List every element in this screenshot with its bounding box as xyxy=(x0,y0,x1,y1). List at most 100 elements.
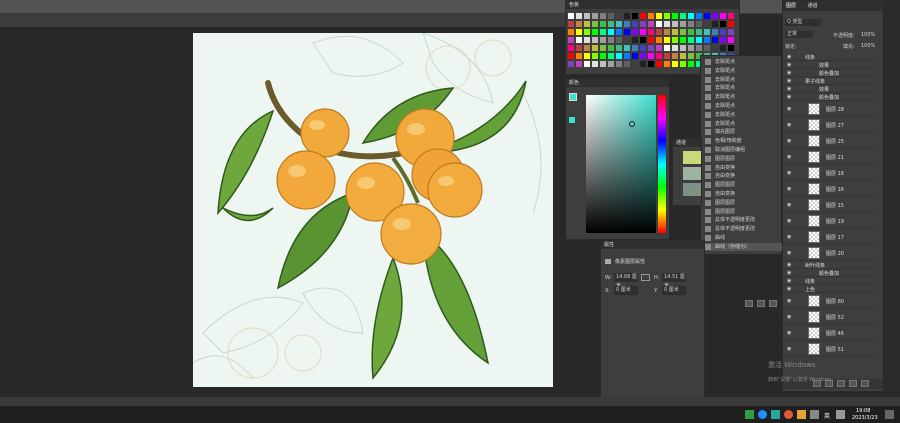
link-icon[interactable] xyxy=(641,274,650,281)
visibility-eye-icon[interactable]: ◉ xyxy=(787,170,791,176)
swatch-chip[interactable] xyxy=(576,45,582,51)
swatch-chip[interactable] xyxy=(584,21,590,27)
swatch-chip[interactable] xyxy=(608,45,614,51)
swatch-chip[interactable] xyxy=(568,53,574,59)
swatch-chip[interactable] xyxy=(568,13,574,19)
swatch-chip[interactable] xyxy=(680,29,686,35)
visibility-eye-icon[interactable]: ◉ xyxy=(787,70,791,76)
history-item[interactable]: 去除斑点 xyxy=(701,58,783,66)
layer-row[interactable]: ◉ 图层 19 xyxy=(783,213,875,229)
swatch-chip[interactable] xyxy=(712,45,718,51)
history-item[interactable]: 自由变换 xyxy=(701,164,783,172)
swatch-chip[interactable] xyxy=(640,45,646,51)
height-field[interactable]: 14.51 厘米 xyxy=(662,273,686,289)
visibility-eye-icon[interactable]: ◉ xyxy=(787,314,791,320)
layer-row[interactable]: ◉ 图层 21 xyxy=(783,149,875,165)
swatch-chip[interactable] xyxy=(704,37,710,43)
layer-row[interactable]: ◉ 图层 20 xyxy=(783,245,875,261)
swatch-chip[interactable] xyxy=(648,45,654,51)
swatch-chip[interactable] xyxy=(640,37,646,43)
swatch-chip[interactable] xyxy=(704,21,710,27)
swatch-chip[interactable] xyxy=(696,21,702,27)
visibility-eye-icon[interactable]: ◉ xyxy=(787,218,791,224)
swatch-chip[interactable] xyxy=(616,45,622,51)
trash-icon[interactable] xyxy=(769,300,777,307)
swatch-chip[interactable] xyxy=(704,45,710,51)
opacity-value[interactable]: 100% xyxy=(861,32,875,38)
visibility-eye-icon[interactable]: ◉ xyxy=(787,186,791,192)
swatch-chip[interactable] xyxy=(576,61,582,67)
history-item[interactable]: 去除斑点 xyxy=(701,111,783,119)
layer-row[interactable]: ◉ 树叶线条 xyxy=(783,261,875,269)
visibility-eye-icon[interactable]: ◉ xyxy=(787,270,791,276)
swatch-chip[interactable] xyxy=(600,21,606,27)
tab-layers[interactable]: 图层 xyxy=(786,3,796,9)
swatch-chip[interactable] xyxy=(592,45,598,51)
swatch-chip[interactable] xyxy=(608,29,614,35)
swatch-chip[interactable] xyxy=(624,61,630,67)
history-item[interactable]: 图层图层 xyxy=(701,199,783,207)
swatch-chip[interactable] xyxy=(728,13,734,19)
swatch-chip[interactable] xyxy=(576,53,582,59)
channel-thumb-red[interactable] xyxy=(683,167,701,180)
swatch-chip[interactable] xyxy=(648,53,654,59)
history-item[interactable]: 去除斑点 xyxy=(701,102,783,110)
swatch-chip[interactable] xyxy=(616,37,622,43)
swatch-chip[interactable] xyxy=(728,45,734,51)
swatch-chip[interactable] xyxy=(656,61,662,67)
history-item[interactable]: 图层图层 xyxy=(701,155,783,163)
battery-icon[interactable] xyxy=(745,410,754,419)
swatch-chip[interactable] xyxy=(584,13,590,19)
swatch-chip[interactable] xyxy=(648,21,654,27)
swatch-chip[interactable] xyxy=(656,13,662,19)
swatch-chip[interactable] xyxy=(624,13,630,19)
swatch-chip[interactable] xyxy=(608,13,614,19)
tab-channels[interactable]: 通道 xyxy=(808,3,818,9)
swatch-chip[interactable] xyxy=(616,21,622,27)
swatch-chip[interactable] xyxy=(624,53,630,59)
history-item[interactable]: 图层图层 xyxy=(701,181,783,189)
visibility-eye-icon[interactable]: ◉ xyxy=(787,202,791,208)
swatch-chip[interactable] xyxy=(704,29,710,35)
swatch-chip[interactable] xyxy=(568,29,574,35)
layer-row[interactable]: ◉ 图层 18 xyxy=(783,165,875,181)
layer-row[interactable]: ◉ 图层 52 xyxy=(783,309,875,325)
history-item[interactable]: 总体不透明度更改 xyxy=(701,216,783,224)
layer-row[interactable]: ◉ 颜色叠加 xyxy=(783,269,875,277)
swatch-chip[interactable] xyxy=(688,61,694,67)
hue-slider[interactable] xyxy=(658,95,666,233)
swatch-chip[interactable] xyxy=(608,21,614,27)
swatch-chip[interactable] xyxy=(680,53,686,59)
swatch-chip[interactable] xyxy=(592,29,598,35)
swatch-chip[interactable] xyxy=(720,13,726,19)
swatch-chip[interactable] xyxy=(648,29,654,35)
swatch-chip[interactable] xyxy=(664,37,670,43)
swatch-chip[interactable] xyxy=(640,29,646,35)
layer-list[interactable]: ◉ 线条 ◉ 效果 ◉ 颜色叠加 ◉ 果子线条 ◉ 效果 ◉ 颜色叠加 ◉ 图层 28 ◉ 图层 27 ◉ 图层 … xyxy=(783,53,875,375)
swatch-chip[interactable] xyxy=(600,45,606,51)
history-item[interactable]: 曲线 xyxy=(701,234,783,242)
swatch-chip[interactable] xyxy=(720,21,726,27)
layer-row[interactable]: ◉ 效果 xyxy=(783,61,875,69)
visibility-eye-icon[interactable]: ◉ xyxy=(787,62,791,68)
swatch-chip[interactable] xyxy=(616,13,622,19)
swatch-chip[interactable] xyxy=(632,61,638,67)
clock-date[interactable]: 2023/3/23 xyxy=(852,415,878,421)
swatch-chip[interactable] xyxy=(632,45,638,51)
swatch-chip[interactable] xyxy=(608,37,614,43)
swatch-chip[interactable] xyxy=(728,29,734,35)
history-item[interactable]: 曲线（存储为） xyxy=(701,242,783,251)
swatch-chip[interactable] xyxy=(608,61,614,67)
swatch-chip[interactable] xyxy=(600,13,606,19)
visibility-eye-icon[interactable]: ◉ xyxy=(787,86,791,92)
swatch-chip[interactable] xyxy=(576,13,582,19)
swatch-chip[interactable] xyxy=(656,29,662,35)
swatch-chip[interactable] xyxy=(600,37,606,43)
swatch-chip[interactable] xyxy=(600,53,606,59)
swatch-chip[interactable] xyxy=(688,53,694,59)
visibility-eye-icon[interactable]: ◉ xyxy=(787,278,791,284)
mask-icon[interactable] xyxy=(837,380,845,387)
swatch-chip[interactable] xyxy=(688,45,694,51)
swatch-chip[interactable] xyxy=(672,45,678,51)
swatch-chip[interactable] xyxy=(584,37,590,43)
